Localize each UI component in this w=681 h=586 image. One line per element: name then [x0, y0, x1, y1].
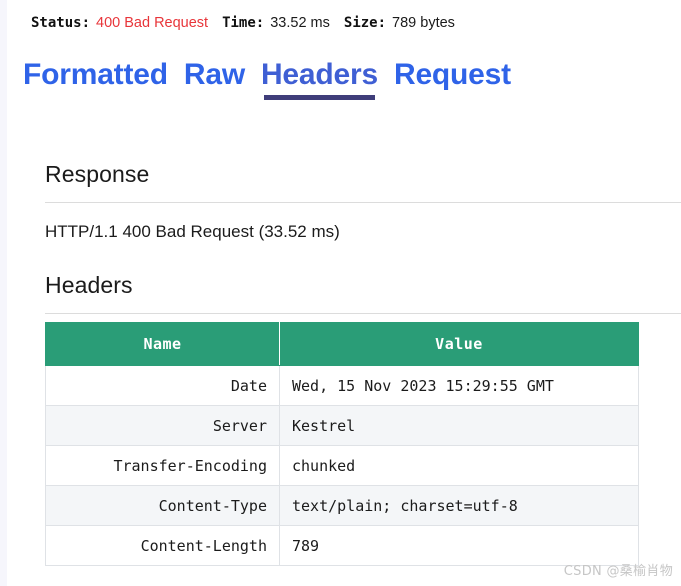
- left-gutter-strip: [0, 0, 7, 586]
- table-header-row: Name Value: [45, 322, 639, 366]
- tab-formatted[interactable]: Formatted: [23, 58, 168, 98]
- header-value-cell: Kestrel: [279, 405, 639, 446]
- csdn-watermark: CSDN @桑榆肖物: [563, 564, 673, 579]
- tab-request[interactable]: Request: [394, 58, 511, 98]
- headers-section-heading: Headers: [45, 272, 133, 298]
- header-name-cell: Server: [45, 405, 280, 446]
- time-value: 33.52 ms: [270, 15, 330, 31]
- table-row: Transfer-Encoding chunked: [45, 445, 639, 486]
- response-tab-bar: Formatted Raw Headers Request: [23, 58, 511, 102]
- response-section-heading: Response: [45, 161, 150, 187]
- header-value-cell: Wed, 15 Nov 2023 15:29:55 GMT: [279, 365, 639, 406]
- size-value: 789 bytes: [392, 15, 455, 31]
- response-status-bar: Status: 400 Bad Request Time: 33.52 ms Size:…: [31, 13, 455, 33]
- headers-table-body: Date Wed, 15 Nov 2023 15:29:55 GMT Serve…: [45, 365, 639, 566]
- header-value-cell: chunked: [279, 445, 639, 486]
- http-status-line: HTTP/1.1 400 Bad Request (33.52 ms): [45, 222, 340, 241]
- headers-tab-panel: Response HTTP/1.1 400 Bad Request (33.52…: [38, 145, 681, 586]
- column-header-value: Value: [279, 322, 639, 366]
- headers-table-head: Name Value: [45, 322, 639, 366]
- table-row: Content-Type text/plain; charset=utf-8: [45, 485, 639, 526]
- table-row: Date Wed, 15 Nov 2023 15:29:55 GMT: [45, 365, 639, 406]
- headers-table-wrapper: Name Value Date Wed, 15 Nov 2023 15:29:5…: [45, 322, 639, 566]
- headers-table: Name Value Date Wed, 15 Nov 2023 15:29:5…: [45, 322, 639, 566]
- response-heading-divider: [45, 202, 681, 203]
- header-name-cell: Content-Length: [45, 525, 280, 566]
- headers-heading-divider: [45, 313, 681, 314]
- header-name-cell: Transfer-Encoding: [45, 445, 280, 486]
- status-label: Status:: [31, 15, 91, 31]
- response-viewer-page: Status: 400 Bad Request Time: 33.52 ms Size:…: [7, 0, 681, 586]
- table-row: Server Kestrel: [45, 405, 639, 446]
- status-value: 400 Bad Request: [96, 15, 209, 31]
- table-row: Content-Length 789: [45, 525, 639, 566]
- header-name-cell: Content-Type: [45, 485, 280, 526]
- time-label: Time:: [222, 15, 265, 31]
- header-name-cell: Date: [45, 365, 280, 406]
- tab-raw[interactable]: Raw: [184, 58, 245, 98]
- column-header-name: Name: [45, 322, 280, 366]
- tab-headers[interactable]: Headers: [261, 58, 378, 100]
- header-value-cell: text/plain; charset=utf-8: [279, 485, 639, 526]
- size-label: Size:: [343, 15, 387, 31]
